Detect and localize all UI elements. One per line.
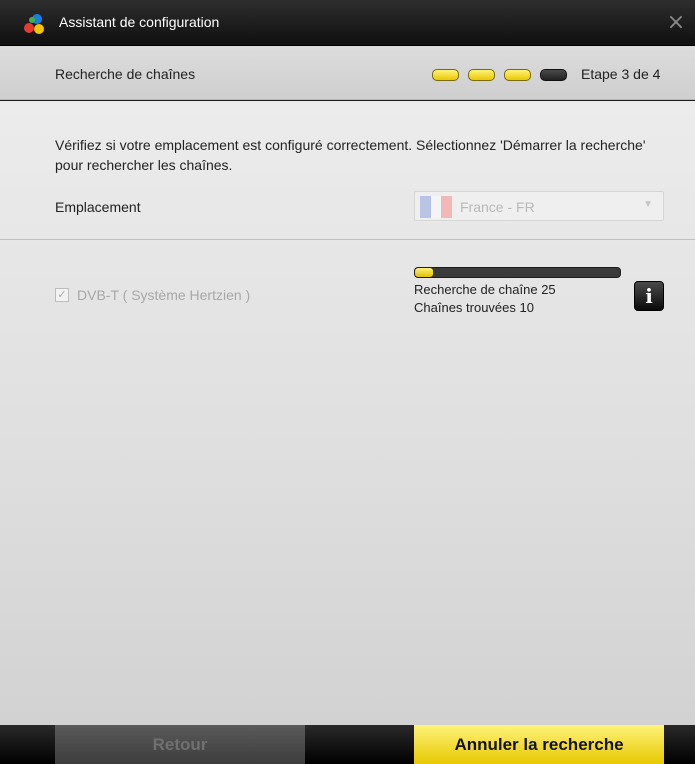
dvb-t-option[interactable]: ✓ DVB-T ( Système Hertzien ) xyxy=(55,287,250,303)
france-flag-icon xyxy=(420,196,453,218)
dvb-t-checkbox[interactable]: ✓ xyxy=(55,288,69,302)
scan-found-text: Chaînes trouvées 10 xyxy=(414,300,534,315)
scan-search-text: Recherche de chaîne 25 xyxy=(414,282,556,297)
title-bar: Assistant de configuration × xyxy=(0,0,695,46)
info-icon[interactable]: i xyxy=(634,281,664,311)
step-dot-2 xyxy=(468,69,495,81)
dvb-t-label: DVB-T ( Système Hertzien ) xyxy=(77,287,251,303)
close-icon[interactable]: × xyxy=(663,10,689,36)
location-label: Emplacement xyxy=(55,199,141,215)
step-indicator xyxy=(432,69,567,81)
divider xyxy=(0,239,695,240)
chevron-down-icon: ▼ xyxy=(643,199,653,210)
location-select[interactable]: France - FR ▼ xyxy=(414,191,664,221)
step-dot-4 xyxy=(540,69,567,81)
step-header: Recherche de chaînes Etape 3 de 4 xyxy=(0,46,695,100)
intro-text: Vérifiez si votre emplacement est config… xyxy=(55,137,646,173)
app-logo-icon xyxy=(24,14,44,34)
window-title: Assistant de configuration xyxy=(59,14,220,30)
step-dot-3 xyxy=(504,69,531,81)
scan-progress-fill xyxy=(415,268,434,277)
step-dot-1 xyxy=(432,69,459,81)
cancel-search-button[interactable]: Annuler la recherche xyxy=(414,725,664,764)
location-value: France - FR xyxy=(460,199,535,215)
step-title: Recherche de chaînes xyxy=(55,66,196,82)
main-panel: Vérifiez si votre emplacement est config… xyxy=(0,101,695,725)
step-count: Etape 3 de 4 xyxy=(581,66,661,82)
footer: Retour Annuler la recherche xyxy=(0,725,695,764)
scan-progress-bar xyxy=(414,267,621,278)
back-button[interactable]: Retour xyxy=(55,725,305,764)
